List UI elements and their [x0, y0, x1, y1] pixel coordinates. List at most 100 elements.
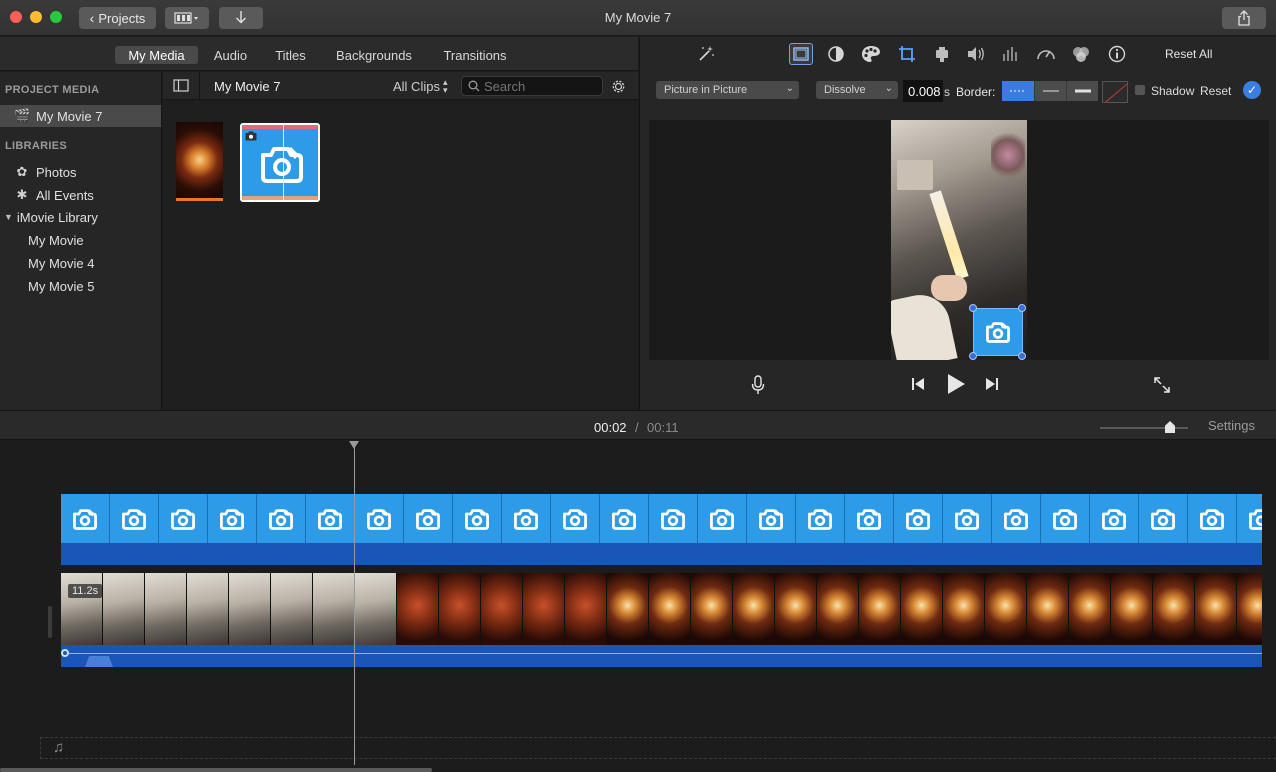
volume-icon[interactable]: [964, 43, 988, 65]
audio-fade-marker[interactable]: [85, 656, 113, 667]
pip-clip-filmstrip: [61, 494, 1262, 543]
transition-duration-field[interactable]: 0.008: [903, 80, 943, 102]
scene-flowers: [991, 130, 1025, 180]
tab-audio[interactable]: Audio: [207, 46, 254, 64]
disclosure-triangle-icon[interactable]: ▼: [4, 212, 13, 222]
pip-resize-handle[interactable]: [1018, 304, 1026, 312]
filmstrip-frame: [523, 573, 565, 645]
sidebar-item-my-movie-4[interactable]: My Movie 4: [0, 252, 161, 274]
pip-clip[interactable]: [61, 494, 1262, 565]
clip-filter-select[interactable]: All Clips ▴ ▾: [393, 78, 448, 95]
tab-my-media[interactable]: My Media: [115, 46, 198, 64]
play-icon: [948, 374, 965, 394]
equalizer-icon[interactable]: [999, 43, 1023, 65]
pip-resize-handle[interactable]: [969, 304, 977, 312]
tab-backgrounds[interactable]: Backgrounds: [330, 46, 418, 64]
minimize-window-button[interactable]: [30, 11, 42, 23]
filmstrip-frame: [1069, 573, 1111, 645]
timeline-settings-button[interactable]: Settings: [1208, 418, 1255, 433]
media-clip-camera-image[interactable]: [240, 123, 320, 202]
pip-resize-handle[interactable]: [969, 352, 977, 360]
viewer-panel: Reset All Picture in Picture ⌄ Dissolve …: [639, 37, 1276, 410]
skip-forward-button[interactable]: [985, 377, 999, 391]
camera-stabilization-icon[interactable]: [930, 43, 954, 65]
browser-settings-button[interactable]: [610, 78, 627, 98]
border-label: Border:: [956, 85, 996, 99]
browser-project-title: My Movie 7: [214, 79, 281, 94]
crop-icon[interactable]: [895, 43, 919, 65]
camera-edit-icon: [986, 322, 1010, 343]
border-none-button[interactable]: [1002, 81, 1034, 101]
audio-fade-handle[interactable]: [61, 649, 69, 657]
filmstrip-thumbnail: [1041, 494, 1090, 543]
projects-button[interactable]: ‹ Projects: [79, 7, 156, 29]
import-media-button[interactable]: [219, 7, 263, 29]
play-button[interactable]: [946, 373, 966, 395]
timeline-zoom-thumb[interactable]: [1165, 421, 1175, 433]
filmstrip-thumbnail: [747, 494, 796, 543]
filmstrip-frame: [481, 573, 523, 645]
border-color-well[interactable]: [1102, 81, 1128, 103]
sidebar-item-label: My Movie 7: [36, 108, 103, 124]
sidebar-item-photos[interactable]: ✿ Photos: [0, 161, 161, 183]
timeline-scrollbar[interactable]: [0, 768, 432, 772]
palette-icon[interactable]: [859, 43, 883, 65]
imovie-window: ‹ Projects My Movie 7 My Media Audio Tit…: [0, 0, 1276, 772]
reset-all-button[interactable]: Reset All: [1165, 47, 1212, 61]
filmstrip-frame: [943, 573, 985, 645]
sidebar-item-imovie-library[interactable]: ▼ iMovie Library: [0, 206, 161, 228]
skip-back-button[interactable]: [911, 377, 925, 391]
tab-transitions[interactable]: Transitions: [436, 46, 514, 64]
filmstrip-thumbnail: [208, 494, 257, 543]
voiceover-button[interactable]: [751, 375, 765, 395]
search-field[interactable]: [461, 76, 603, 96]
filmstrip-frame: [985, 573, 1027, 645]
clip-filter-icon[interactable]: [1069, 43, 1093, 65]
pip-overlay[interactable]: [973, 308, 1023, 356]
share-button[interactable]: [1222, 7, 1266, 29]
search-input[interactable]: [484, 78, 594, 94]
filmstrip-thumbnail: [649, 494, 698, 543]
zoom-window-button[interactable]: [50, 11, 62, 23]
filmstrip-frame: [565, 573, 607, 645]
overlay-settings-icon[interactable]: [789, 43, 813, 65]
sidebar-item-my-movie-7[interactable]: 🎬 My Movie 7: [0, 105, 161, 127]
speedometer-icon[interactable]: [1034, 43, 1058, 65]
color-balance-icon[interactable]: [824, 43, 848, 65]
magic-wand-icon[interactable]: [694, 43, 718, 65]
reset-button[interactable]: Reset: [1200, 84, 1231, 98]
download-arrow-icon: [236, 11, 246, 24]
filmstrip-frame: [1153, 573, 1195, 645]
media-view-button[interactable]: [165, 7, 209, 29]
video-frame: [891, 120, 1027, 360]
apply-checkmark-button[interactable]: ✓: [1243, 81, 1261, 99]
tab-titles[interactable]: Titles: [267, 46, 314, 64]
border-thin-button[interactable]: [1034, 81, 1066, 101]
fullscreen-button[interactable]: [1153, 376, 1171, 394]
media-clip-sparkler[interactable]: [176, 122, 223, 201]
projects-button-label: Projects: [98, 10, 146, 26]
current-timecode: 00:02: [594, 420, 627, 435]
media-browser: [163, 101, 638, 410]
main-clip[interactable]: 11.2s: [61, 573, 1262, 667]
clip-used-bar: [176, 198, 223, 201]
toggle-sidebar-button[interactable]: [173, 79, 189, 95]
background-music-well[interactable]: ♫: [40, 737, 1276, 759]
sidebar-item-my-movie[interactable]: My Movie: [0, 229, 161, 251]
playhead[interactable]: [354, 447, 355, 765]
overlay-style-select[interactable]: Picture in Picture ⌄: [656, 81, 799, 99]
sidebar-item-all-events[interactable]: ✱ All Events: [0, 184, 161, 206]
volume-line[interactable]: [61, 653, 1262, 654]
sidebar-item-my-movie-5[interactable]: My Movie 5: [0, 275, 161, 297]
transition-select[interactable]: Dissolve ⌄: [816, 81, 898, 99]
close-window-button[interactable]: [10, 11, 22, 23]
search-icon: [468, 80, 480, 92]
info-icon[interactable]: [1105, 43, 1129, 65]
shadow-checkbox[interactable]: [1135, 85, 1145, 95]
pip-resize-handle[interactable]: [1018, 352, 1026, 360]
music-note-icon: ♫: [53, 739, 65, 756]
border-thick-button[interactable]: [1066, 81, 1098, 101]
timeline: 11.2s ♫: [0, 441, 1276, 772]
sidebar-toggle-icon: [173, 79, 189, 92]
expand-arrows-icon: [1154, 377, 1170, 393]
